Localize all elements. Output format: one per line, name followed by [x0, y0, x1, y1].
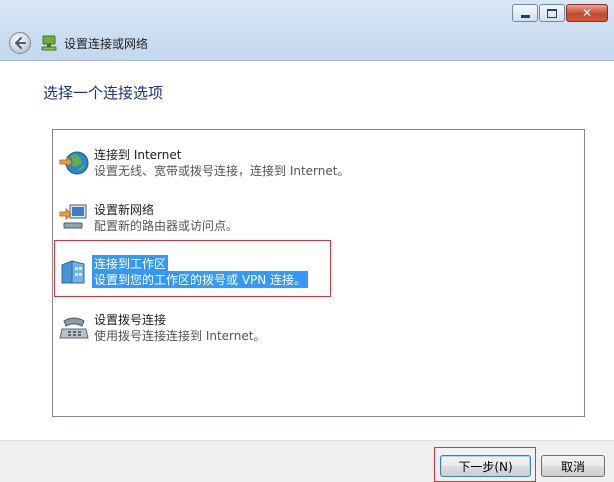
option-title: 连接到工作区 [92, 255, 169, 272]
option-description: 配置新的路由器或访问点。 [94, 219, 239, 233]
back-button[interactable] [9, 32, 31, 54]
option-description: 设置到您的工作区的拨号或 VPN 连接。 [92, 271, 309, 288]
page-heading: 选择一个连接选项 [43, 84, 164, 102]
window-title: 设置连接或网络 [64, 37, 149, 51]
close-button[interactable]: ✕ [566, 4, 608, 22]
next-button[interactable]: 下一步(N) [440, 455, 531, 477]
option-connect-workplace[interactable]: 连接到工作区 设置到您的工作区的拨号或 VPN 连接。 [53, 253, 584, 293]
footer-bar: 下一步(N) 取消 [0, 440, 614, 482]
option-description: 使用拨号连接连接到 Internet。 [94, 329, 266, 343]
option-setup-dialup[interactable]: 设置拨号连接 使用拨号连接连接到 Internet。 [53, 309, 584, 349]
workplace-building-icon [61, 260, 85, 284]
network-setup-icon [41, 35, 57, 51]
option-description: 设置无线、宽带或拨号连接，连接到 Internet。 [94, 164, 350, 178]
option-title: 设置新网络 [94, 203, 155, 217]
option-setup-network[interactable]: 设置新网络 配置新的路由器或访问点。 [53, 199, 584, 239]
globe-network-icon [59, 151, 89, 175]
option-connect-internet[interactable]: 连接到 Internet 设置无线、宽带或拨号连接，连接到 Internet。 [53, 144, 584, 184]
maximize-icon [547, 8, 557, 18]
minimize-button[interactable] [512, 4, 538, 22]
close-icon: ✕ [581, 6, 593, 20]
back-arrow-icon [15, 37, 26, 49]
cancel-button[interactable]: 取消 [541, 455, 605, 477]
option-title: 设置拨号连接 [94, 313, 167, 327]
telephone-modem-icon [59, 317, 89, 339]
title-bar: ✕ 设置连接或网络 [0, 0, 614, 61]
connection-options-list: 连接到 Internet 设置无线、宽带或拨号连接，连接到 Internet。 … [52, 129, 585, 417]
window-controls: ✕ [512, 4, 608, 22]
router-computer-icon [59, 204, 87, 229]
option-title: 连接到 Internet [94, 148, 182, 162]
maximize-button[interactable] [539, 4, 565, 22]
minimize-icon [520, 14, 530, 18]
